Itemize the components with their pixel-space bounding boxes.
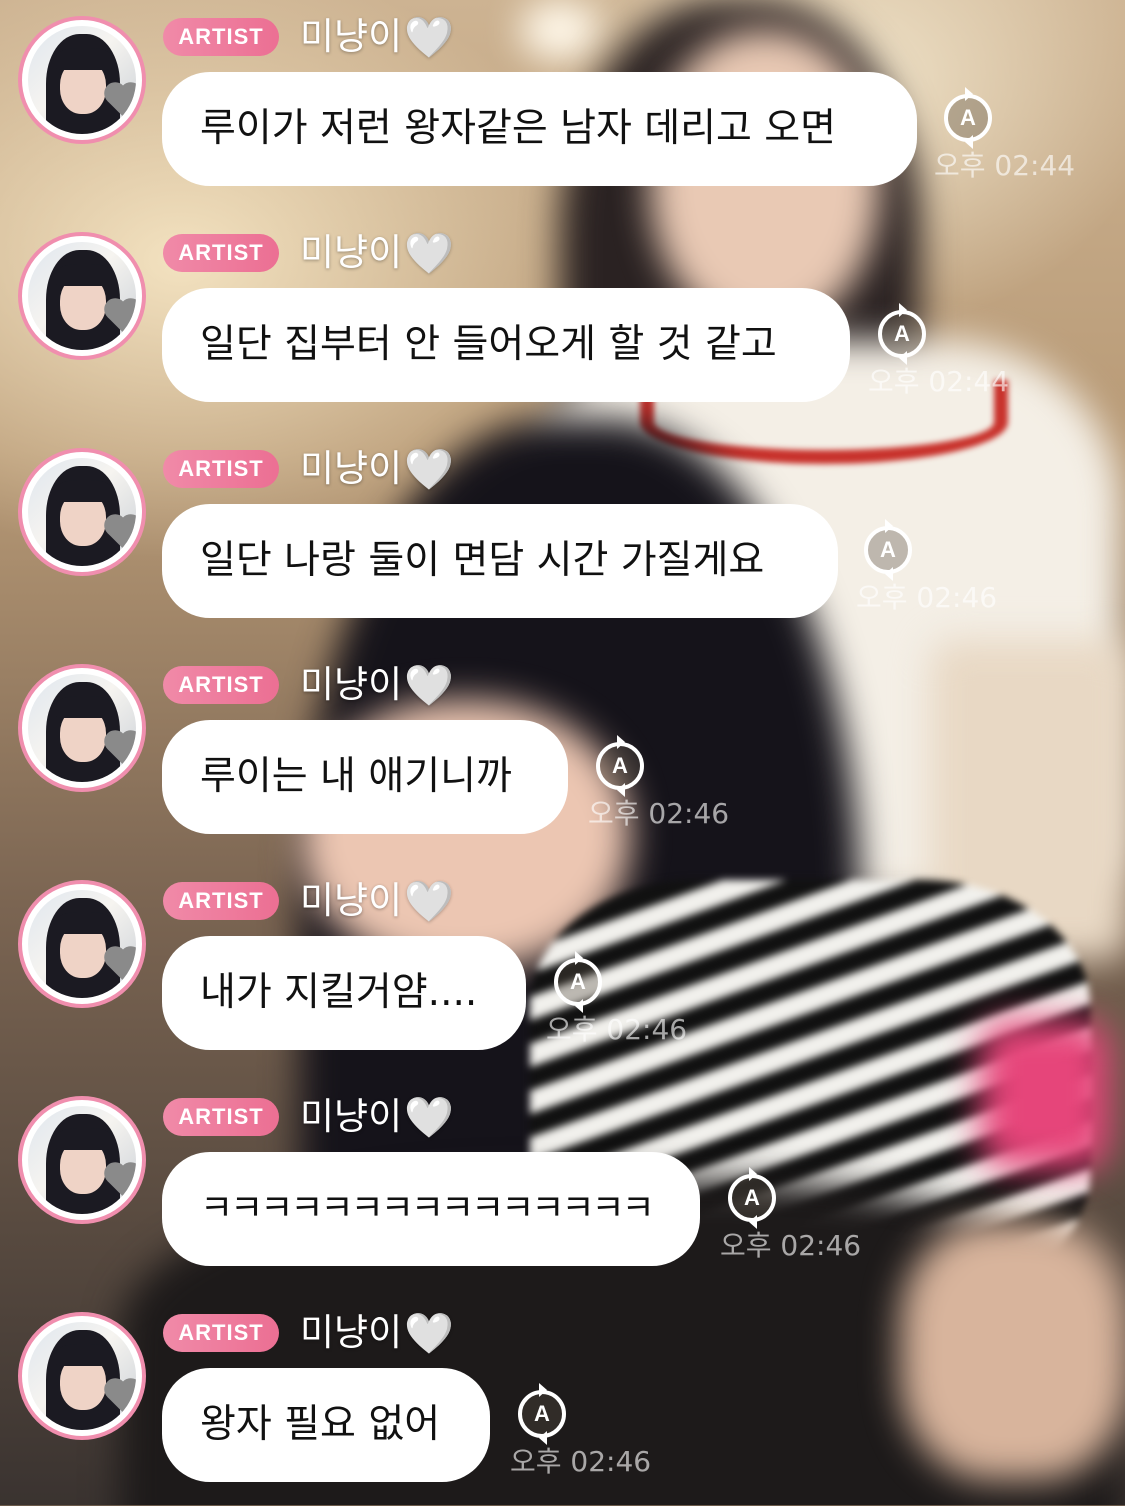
chat-message: ARTIST 미냥이🤍 내가 지킬거얌.... A 오후 02:46 [0, 864, 1125, 1074]
nickname[interactable]: 미냥이🤍 [300, 660, 454, 710]
message-time: 오후 02:46 [588, 797, 730, 830]
message-time: 오후 02:46 [856, 581, 998, 614]
message-bubble[interactable]: 일단 나랑 둘이 면담 시간 가질게요 [162, 504, 838, 618]
chat-message: ARTIST 미냥이🤍 루이가 저런 왕자같은 남자 데리고 오면 A 오후 0… [0, 0, 1125, 210]
nickname-text: 미냥이 [300, 447, 403, 490]
message-time: 오후 02:46 [720, 1229, 862, 1262]
nickname[interactable]: 미냥이🤍 [300, 1092, 454, 1142]
white-heart-icon: 🤍 [404, 15, 454, 61]
chat-list: ARTIST 미냥이🤍 루이가 저런 왕자같은 남자 데리고 오면 A 오후 0… [0, 0, 1125, 1505]
artist-badge: ARTIST [163, 666, 279, 704]
message-time: 오후 02:46 [546, 1013, 688, 1046]
nickname[interactable]: 미냥이🤍 [300, 1308, 454, 1358]
message-bubble[interactable]: 루이는 내 애기니까 [162, 720, 568, 834]
artist-badge: ARTIST [163, 234, 279, 272]
nickname[interactable]: 미냥이🤍 [300, 12, 454, 62]
message-bubble[interactable]: 내가 지킬거얌.... [162, 936, 526, 1050]
white-heart-icon: 🤍 [404, 231, 454, 277]
message-time: 오후 02:46 [510, 1445, 652, 1478]
chat-message: ARTIST 미냥이🤍 일단 나랑 둘이 면담 시간 가질게요 A 오후 02:… [0, 432, 1125, 642]
artist-badge: ARTIST [163, 18, 279, 56]
chat-message: ARTIST 미냥이🤍 루이는 내 애기니까 A 오후 02:46 [0, 648, 1125, 858]
nickname-text: 미냥이 [300, 15, 403, 58]
message-time: 오후 02:44 [934, 149, 1076, 182]
message-bubble[interactable]: 루이가 저런 왕자같은 남자 데리고 오면 [162, 72, 917, 186]
white-heart-icon: 🤍 [404, 663, 454, 709]
white-heart-icon: 🤍 [404, 447, 454, 493]
chat-message: ARTIST 미냥이🤍 ㅋㅋㅋㅋㅋㅋㅋㅋㅋㅋㅋㅋㅋㅋㅋ A 오후 02:46 [0, 1080, 1125, 1290]
white-heart-icon: 🤍 [404, 1095, 454, 1141]
artist-badge: ARTIST [163, 1098, 279, 1136]
white-heart-icon: 🤍 [404, 1311, 454, 1357]
nickname[interactable]: 미냥이🤍 [300, 228, 454, 278]
avatar[interactable] [18, 16, 146, 144]
translate-icon[interactable]: A [878, 310, 926, 358]
chat-message: ARTIST 미냥이🤍 일단 집부터 안 들어오게 할 것 같고 A 오후 02… [0, 216, 1125, 426]
artist-badge: ARTIST [163, 450, 279, 488]
message-bubble[interactable]: ㅋㅋㅋㅋㅋㅋㅋㅋㅋㅋㅋㅋㅋㅋㅋ [162, 1152, 700, 1266]
translate-icon[interactable]: A [596, 742, 644, 790]
message-bubble[interactable]: 왕자 필요 없어 [162, 1368, 490, 1482]
translate-icon[interactable]: A [554, 958, 602, 1006]
message-time: 오후 02:44 [868, 365, 1010, 398]
nickname-text: 미냥이 [300, 663, 403, 706]
translate-icon[interactable]: A [728, 1174, 776, 1222]
nickname[interactable]: 미냥이🤍 [300, 444, 454, 494]
avatar[interactable] [18, 1312, 146, 1440]
avatar[interactable] [18, 232, 146, 360]
avatar[interactable] [18, 664, 146, 792]
translate-icon[interactable]: A [518, 1390, 566, 1438]
artist-badge: ARTIST [163, 1314, 279, 1352]
nickname-text: 미냥이 [300, 1095, 403, 1138]
nickname[interactable]: 미냥이🤍 [300, 876, 454, 926]
translate-icon[interactable]: A [864, 526, 912, 574]
translate-icon[interactable]: A [944, 94, 992, 142]
avatar[interactable] [18, 1096, 146, 1224]
nickname-text: 미냥이 [300, 231, 403, 274]
avatar[interactable] [18, 880, 146, 1008]
message-bubble[interactable]: 일단 집부터 안 들어오게 할 것 같고 [162, 288, 850, 402]
nickname-text: 미냥이 [300, 1311, 403, 1354]
chat-message: ARTIST 미냥이🤍 왕자 필요 없어 A 오후 02:46 [0, 1296, 1125, 1506]
nickname-text: 미냥이 [300, 879, 403, 922]
artist-badge: ARTIST [163, 882, 279, 920]
white-heart-icon: 🤍 [404, 879, 454, 925]
avatar[interactable] [18, 448, 146, 576]
